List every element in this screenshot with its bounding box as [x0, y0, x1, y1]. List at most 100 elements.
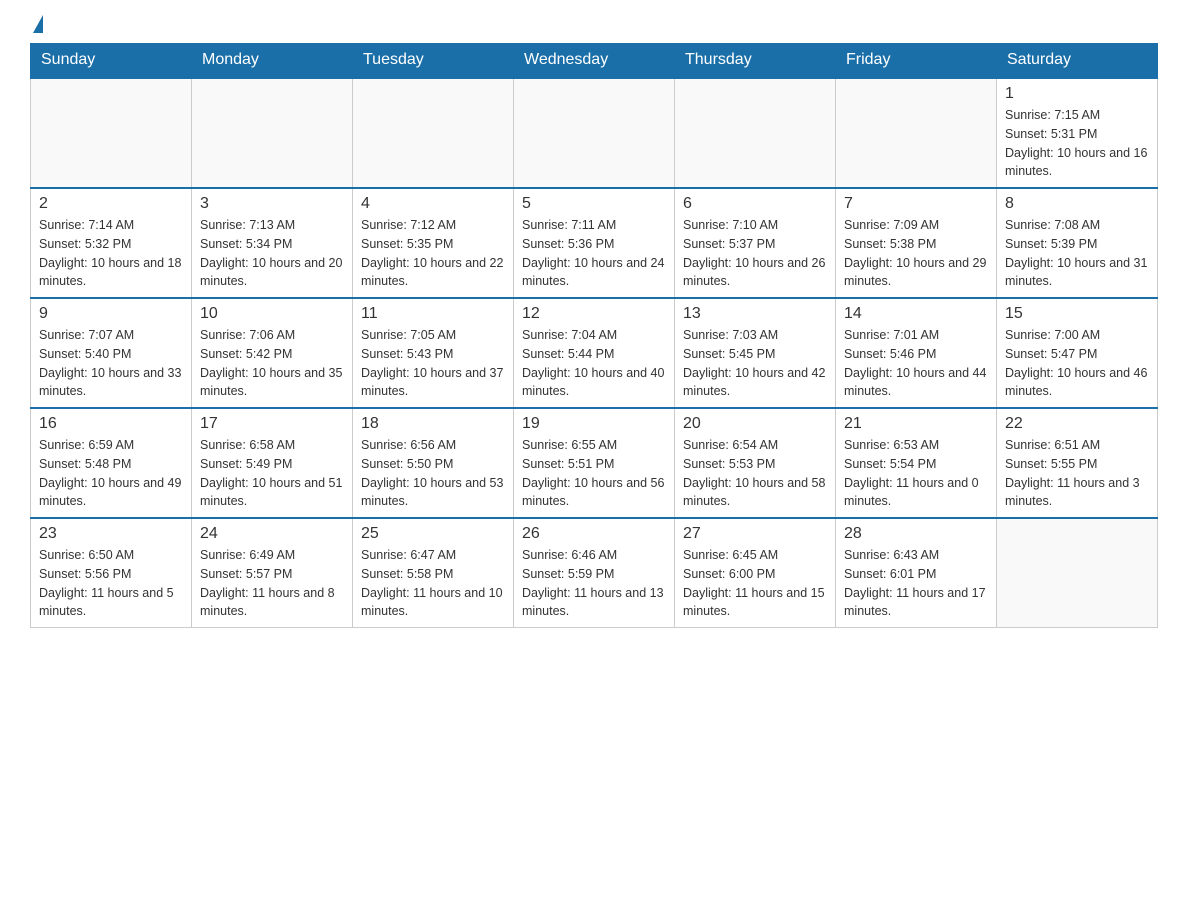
calendar-day-cell: 28 Sunrise: 6:43 AMSunset: 6:01 PMDayligh… [836, 518, 997, 628]
day-number: 3 [200, 195, 344, 213]
calendar-day-cell [31, 78, 192, 188]
day-of-week-header: Friday [836, 43, 997, 78]
calendar-day-cell: 17 Sunrise: 6:58 AMSunset: 5:49 PMDayligh… [192, 408, 353, 518]
day-info: Sunrise: 7:11 AMSunset: 5:36 PMDaylight:… [522, 216, 666, 291]
calendar-day-cell: 7 Sunrise: 7:09 AMSunset: 5:38 PMDaylight… [836, 188, 997, 298]
day-info: Sunrise: 6:58 AMSunset: 5:49 PMDaylight:… [200, 436, 344, 511]
calendar-day-cell: 18 Sunrise: 6:56 AMSunset: 5:50 PMDayligh… [353, 408, 514, 518]
day-info: Sunrise: 7:06 AMSunset: 5:42 PMDaylight:… [200, 326, 344, 401]
day-info: Sunrise: 7:00 AMSunset: 5:47 PMDaylight:… [1005, 326, 1149, 401]
calendar-day-cell: 15 Sunrise: 7:00 AMSunset: 5:47 PMDayligh… [997, 298, 1158, 408]
calendar-day-cell [997, 518, 1158, 628]
calendar-day-cell: 8 Sunrise: 7:08 AMSunset: 5:39 PMDaylight… [997, 188, 1158, 298]
calendar-table: SundayMondayTuesdayWednesdayThursdayFrid… [30, 43, 1158, 628]
day-number: 8 [1005, 195, 1149, 213]
calendar-day-cell: 21Sunrise: 6:53 AMSunset: 5:54 PMDayligh… [836, 408, 997, 518]
day-number: 19 [522, 415, 666, 433]
calendar-day-cell [353, 78, 514, 188]
day-info: Sunrise: 6:51 AMSunset: 5:55 PMDaylight:… [1005, 436, 1149, 511]
day-number: 23 [39, 525, 183, 543]
day-info: Sunrise: 6:43 AMSunset: 6:01 PMDaylight:… [844, 546, 988, 621]
calendar-day-cell: 20 Sunrise: 6:54 AMSunset: 5:53 PMDayligh… [675, 408, 836, 518]
day-number: 10 [200, 305, 344, 323]
day-number: 1 [1005, 85, 1149, 103]
calendar-day-cell: 11 Sunrise: 7:05 AMSunset: 5:43 PMDayligh… [353, 298, 514, 408]
day-info: Sunrise: 6:49 AMSunset: 5:57 PMDaylight:… [200, 546, 344, 621]
calendar-day-cell: 5 Sunrise: 7:11 AMSunset: 5:36 PMDaylight… [514, 188, 675, 298]
day-number: 2 [39, 195, 183, 213]
day-number: 21 [844, 415, 988, 433]
day-number: 15 [1005, 305, 1149, 323]
calendar-day-cell: 13 Sunrise: 7:03 AMSunset: 5:45 PMDayligh… [675, 298, 836, 408]
day-number: 25 [361, 525, 505, 543]
day-of-week-header: Thursday [675, 43, 836, 78]
calendar-day-cell [675, 78, 836, 188]
day-number: 26 [522, 525, 666, 543]
day-number: 7 [844, 195, 988, 213]
calendar-day-cell: 23 Sunrise: 6:50 AMSunset: 5:56 PMDayligh… [31, 518, 192, 628]
calendar-day-cell: 6 Sunrise: 7:10 AMSunset: 5:37 PMDaylight… [675, 188, 836, 298]
calendar-day-cell: 2 Sunrise: 7:14 AMSunset: 5:32 PMDaylight… [31, 188, 192, 298]
day-info: Sunrise: 6:45 AMSunset: 6:00 PMDaylight:… [683, 546, 827, 621]
calendar-week-row: 9Sunrise: 7:07 AMSunset: 5:40 PMDaylight… [31, 298, 1158, 408]
calendar-day-cell: 4Sunrise: 7:12 AMSunset: 5:35 PMDaylight… [353, 188, 514, 298]
day-number: 27 [683, 525, 827, 543]
calendar-week-row: 16Sunrise: 6:59 AMSunset: 5:48 PMDayligh… [31, 408, 1158, 518]
day-number: 24 [200, 525, 344, 543]
day-info: Sunrise: 6:54 AMSunset: 5:53 PMDaylight:… [683, 436, 827, 511]
logo [30, 20, 43, 33]
day-info: Sunrise: 7:10 AMSunset: 5:37 PMDaylight:… [683, 216, 827, 291]
day-info: Sunrise: 7:08 AMSunset: 5:39 PMDaylight:… [1005, 216, 1149, 291]
calendar-day-cell: 25 Sunrise: 6:47 AMSunset: 5:58 PMDayligh… [353, 518, 514, 628]
calendar-day-cell: 10 Sunrise: 7:06 AMSunset: 5:42 PMDayligh… [192, 298, 353, 408]
day-info: Sunrise: 6:46 AMSunset: 5:59 PMDaylight:… [522, 546, 666, 621]
day-of-week-header: Saturday [997, 43, 1158, 78]
day-info: Sunrise: 7:01 AMSunset: 5:46 PMDaylight:… [844, 326, 988, 401]
calendar-day-cell: 12 Sunrise: 7:04 AMSunset: 5:44 PMDayligh… [514, 298, 675, 408]
day-info: Sunrise: 6:56 AMSunset: 5:50 PMDaylight:… [361, 436, 505, 511]
day-number: 22 [1005, 415, 1149, 433]
calendar-day-cell: 9Sunrise: 7:07 AMSunset: 5:40 PMDaylight… [31, 298, 192, 408]
calendar-day-cell: 14 Sunrise: 7:01 AMSunset: 5:46 PMDayligh… [836, 298, 997, 408]
calendar-day-cell [192, 78, 353, 188]
calendar-day-cell: 22 Sunrise: 6:51 AMSunset: 5:55 PMDayligh… [997, 408, 1158, 518]
day-info: Sunrise: 7:09 AMSunset: 5:38 PMDaylight:… [844, 216, 988, 291]
day-number: 17 [200, 415, 344, 433]
calendar-day-cell: 26 Sunrise: 6:46 AMSunset: 5:59 PMDayligh… [514, 518, 675, 628]
day-info: Sunrise: 7:14 AMSunset: 5:32 PMDaylight:… [39, 216, 183, 291]
day-number: 5 [522, 195, 666, 213]
day-info: Sunrise: 7:03 AMSunset: 5:45 PMDaylight:… [683, 326, 827, 401]
day-info: Sunrise: 6:50 AMSunset: 5:56 PMDaylight:… [39, 546, 183, 621]
day-info: Sunrise: 7:13 AMSunset: 5:34 PMDaylight:… [200, 216, 344, 291]
day-info: Sunrise: 7:05 AMSunset: 5:43 PMDaylight:… [361, 326, 505, 401]
day-number: 9 [39, 305, 183, 323]
day-of-week-header: Monday [192, 43, 353, 78]
day-number: 6 [683, 195, 827, 213]
day-number: 12 [522, 305, 666, 323]
day-info: Sunrise: 6:59 AMSunset: 5:48 PMDaylight:… [39, 436, 183, 511]
day-info: Sunrise: 7:04 AMSunset: 5:44 PMDaylight:… [522, 326, 666, 401]
calendar-day-cell: 16Sunrise: 6:59 AMSunset: 5:48 PMDayligh… [31, 408, 192, 518]
day-number: 4 [361, 195, 505, 213]
logo-triangle-icon [33, 15, 43, 33]
day-number: 13 [683, 305, 827, 323]
day-of-week-header: Sunday [31, 43, 192, 78]
calendar-day-cell [514, 78, 675, 188]
day-number: 20 [683, 415, 827, 433]
day-number: 11 [361, 305, 505, 323]
calendar-day-cell: 1 Sunrise: 7:15 AMSunset: 5:31 PMDaylight… [997, 78, 1158, 188]
day-number: 18 [361, 415, 505, 433]
day-info: Sunrise: 6:47 AMSunset: 5:58 PMDaylight:… [361, 546, 505, 621]
calendar-day-cell [836, 78, 997, 188]
calendar-week-row: 2 Sunrise: 7:14 AMSunset: 5:32 PMDaylight… [31, 188, 1158, 298]
day-number: 28 [844, 525, 988, 543]
calendar-day-cell: 24 Sunrise: 6:49 AMSunset: 5:57 PMDayligh… [192, 518, 353, 628]
day-of-week-header: Tuesday [353, 43, 514, 78]
day-number: 14 [844, 305, 988, 323]
calendar-day-cell: 19Sunrise: 6:55 AMSunset: 5:51 PMDayligh… [514, 408, 675, 518]
day-info: Sunrise: 7:15 AMSunset: 5:31 PMDaylight:… [1005, 106, 1149, 181]
page-header [30, 20, 1158, 33]
calendar-week-row: 1 Sunrise: 7:15 AMSunset: 5:31 PMDaylight… [31, 78, 1158, 188]
calendar-day-cell: 3 Sunrise: 7:13 AMSunset: 5:34 PMDaylight… [192, 188, 353, 298]
calendar-week-row: 23 Sunrise: 6:50 AMSunset: 5:56 PMDayligh… [31, 518, 1158, 628]
